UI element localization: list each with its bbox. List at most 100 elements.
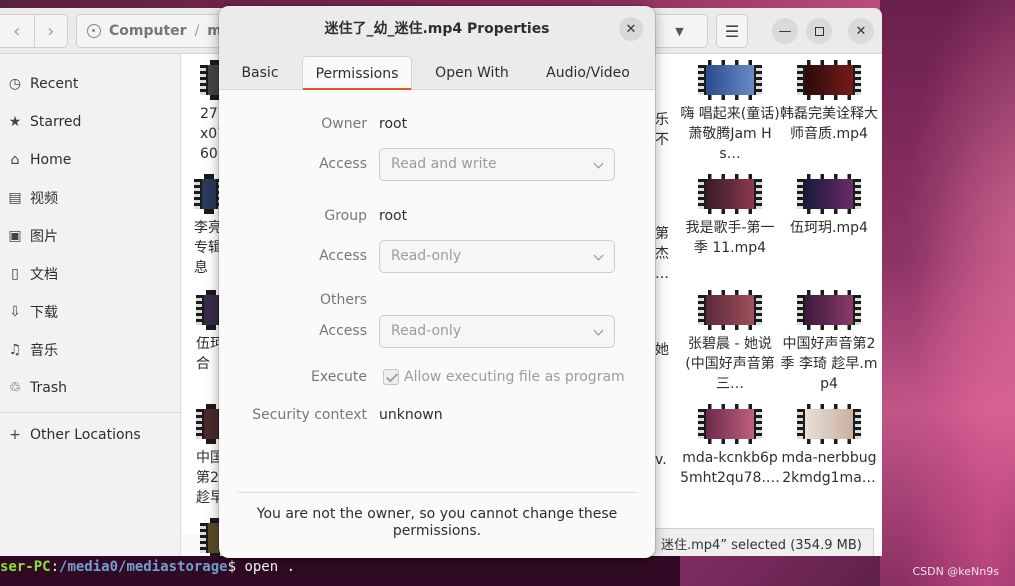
execute-checkbox[interactable] bbox=[383, 369, 399, 385]
close-window-button[interactable]: ✕ bbox=[848, 18, 874, 44]
file-item[interactable]: 我是歌手-第一季 11.mp4 bbox=[680, 174, 780, 258]
sidebar-item-label: Home bbox=[30, 152, 72, 168]
sidebar-item-recent[interactable]: ◷ Recent bbox=[0, 67, 181, 101]
sidebar-item-trash[interactable]: ♲ Trash bbox=[0, 371, 181, 405]
watermark: CSDN @keNn9s bbox=[912, 565, 999, 578]
file-item[interactable]: 中国好声音第2季 李琦 趁早.mp4 bbox=[779, 290, 879, 394]
chevron-left-icon: ‹ bbox=[13, 20, 21, 42]
file-item-partial[interactable]: v. bbox=[655, 450, 671, 470]
sidebar-item-label: 文档 bbox=[30, 267, 58, 283]
sidebar-item-music[interactable]: ♫ 音乐 bbox=[0, 333, 181, 367]
sidebar-item-label: 视频 bbox=[30, 191, 58, 207]
file-item[interactable]: mda-kcnkb6p5mht2qu78.… bbox=[680, 404, 780, 488]
video-thumbnail bbox=[797, 404, 861, 444]
chevron-down-icon bbox=[593, 250, 604, 261]
chevron-down-icon bbox=[593, 325, 604, 336]
owner-access-label: Access bbox=[319, 156, 367, 172]
video-thumbnail bbox=[797, 290, 861, 330]
document-icon: ▯ bbox=[11, 266, 19, 282]
dialog-title: 迷住了_幼_迷住.mp4 Properties bbox=[324, 21, 550, 37]
sidebar-item-label: 下载 bbox=[30, 305, 58, 321]
sidebar-item-label: Recent bbox=[30, 76, 79, 92]
back-button[interactable]: ‹ bbox=[0, 15, 34, 47]
file-item-label: 张碧晨 - 她说 (中国好声音第三… bbox=[685, 336, 775, 392]
file-item[interactable]: 嗨 唱起来(童话)萧敬腾Jam Hs… bbox=[680, 60, 780, 164]
file-item-label: 韩磊完美诠释大师音质.mp4 bbox=[780, 106, 878, 142]
sidebar-item-label: 图片 bbox=[30, 229, 58, 245]
tab-basic[interactable]: Basic bbox=[229, 56, 291, 90]
terminal-user: ser-PC bbox=[0, 559, 51, 575]
file-item-label: v. bbox=[655, 452, 667, 468]
file-item-label: 乐 不 bbox=[655, 112, 669, 148]
path-separator: / bbox=[194, 23, 200, 39]
execute-label: Execute bbox=[311, 369, 367, 385]
others-access-select[interactable]: Read-only bbox=[379, 315, 615, 348]
sidebar-divider bbox=[0, 412, 181, 413]
video-thumbnail bbox=[797, 174, 861, 214]
dialog-tabs: Basic Permissions Open With Audio/Video bbox=[219, 52, 655, 90]
file-item-label: 中国好声音第2季 李琦 趁早.mp4 bbox=[780, 336, 878, 392]
file-item[interactable]: 韩磊完美诠释大师音质.mp4 bbox=[779, 60, 879, 144]
sidebar-item-label: Other Locations bbox=[30, 427, 141, 443]
minimize-button[interactable]: — bbox=[772, 18, 798, 44]
file-item[interactable]: 伍珂玥.mp4 bbox=[779, 174, 879, 238]
file-item-partial[interactable]: 她 bbox=[655, 340, 671, 360]
tab-audio-video[interactable]: Audio/Video bbox=[537, 56, 639, 90]
file-item-label: mda-nerbbug2kmdg1ma… bbox=[781, 450, 877, 486]
file-item[interactable]: 张碧晨 - 她说 (中国好声音第三… bbox=[680, 290, 780, 394]
video-thumbnail bbox=[698, 174, 762, 214]
terminal-path: /media0/mediastorage bbox=[59, 559, 228, 575]
group-access-value: Read-only bbox=[391, 248, 462, 264]
tab-permissions[interactable]: Permissions bbox=[302, 56, 412, 90]
music-icon: ♫ bbox=[8, 342, 22, 358]
sidebar-item-videos[interactable]: ▤ 视频 bbox=[0, 181, 181, 215]
video-thumbnail bbox=[698, 290, 762, 330]
maximize-button[interactable] bbox=[806, 18, 832, 44]
terminal-prompt[interactable]: ser-PC:/media0/mediastorage$ open . bbox=[0, 556, 680, 586]
close-icon: ✕ bbox=[625, 21, 637, 37]
dialog-close-button[interactable]: ✕ bbox=[619, 17, 643, 41]
selection-status: 迷住.mp4” selected (354.9 MB) bbox=[652, 528, 874, 556]
clock-icon: ◷ bbox=[8, 76, 22, 92]
file-item-label: 伍珂玥.mp4 bbox=[790, 220, 868, 236]
file-item-partial[interactable]: 乐 不 bbox=[655, 110, 671, 150]
path-segment-computer[interactable]: Computer bbox=[109, 23, 187, 39]
plus-icon: + bbox=[9, 427, 21, 443]
sidebar-item-starred[interactable]: ★ Starred bbox=[0, 105, 181, 139]
file-item-label: 第 杰 … bbox=[655, 226, 669, 282]
disk-icon bbox=[87, 24, 101, 38]
close-icon: ✕ bbox=[855, 23, 867, 39]
group-access-label: Access bbox=[319, 248, 367, 264]
view-options-button[interactable]: ▼ bbox=[652, 14, 708, 48]
sidebar-item-other-locations[interactable]: + Other Locations bbox=[0, 418, 181, 452]
security-context-value: unknown bbox=[379, 407, 443, 423]
chevron-down-icon: ▼ bbox=[675, 24, 684, 38]
file-item-label: mda-kcnkb6p5mht2qu78.… bbox=[680, 450, 780, 486]
file-item-label: 嗨 唱起来(童话)萧敬腾Jam Hs… bbox=[680, 106, 780, 162]
others-access-value: Read-only bbox=[391, 323, 462, 339]
tab-open-with[interactable]: Open With bbox=[424, 56, 520, 90]
chevron-right-icon: › bbox=[47, 20, 55, 42]
minimize-icon: — bbox=[778, 23, 792, 39]
sidebar-item-documents[interactable]: ▯ 文档 bbox=[0, 257, 181, 291]
picture-icon: ▣ bbox=[8, 228, 22, 244]
main-menu-button[interactable]: ☰ bbox=[716, 14, 748, 48]
owner-access-value: Read and write bbox=[391, 156, 497, 172]
sidebar-item-label: 音乐 bbox=[30, 343, 58, 359]
others-label: Others bbox=[319, 292, 367, 308]
home-icon: ⌂ bbox=[10, 152, 20, 168]
execute-checkbox-row[interactable]: Allow executing file as program bbox=[383, 369, 625, 385]
forward-button[interactable]: › bbox=[33, 15, 68, 47]
owner-access-select[interactable]: Read and write bbox=[379, 148, 615, 181]
chevron-down-icon bbox=[593, 158, 604, 169]
video-icon: ▤ bbox=[8, 190, 22, 206]
sidebar-item-home[interactable]: ⌂ Home bbox=[0, 143, 181, 177]
permission-note: You are not the owner, so you cannot cha… bbox=[256, 506, 618, 539]
video-thumbnail bbox=[698, 60, 762, 100]
sidebar-item-downloads[interactable]: ⇩ 下载 bbox=[0, 295, 181, 329]
sidebar-item-pictures[interactable]: ▣ 图片 bbox=[0, 219, 181, 253]
file-item[interactable]: mda-nerbbug2kmdg1ma… bbox=[779, 404, 879, 488]
sidebar-item-label: Starred bbox=[30, 114, 82, 130]
file-item-partial[interactable]: 第 杰 … bbox=[655, 224, 671, 284]
group-access-select[interactable]: Read-only bbox=[379, 240, 615, 273]
